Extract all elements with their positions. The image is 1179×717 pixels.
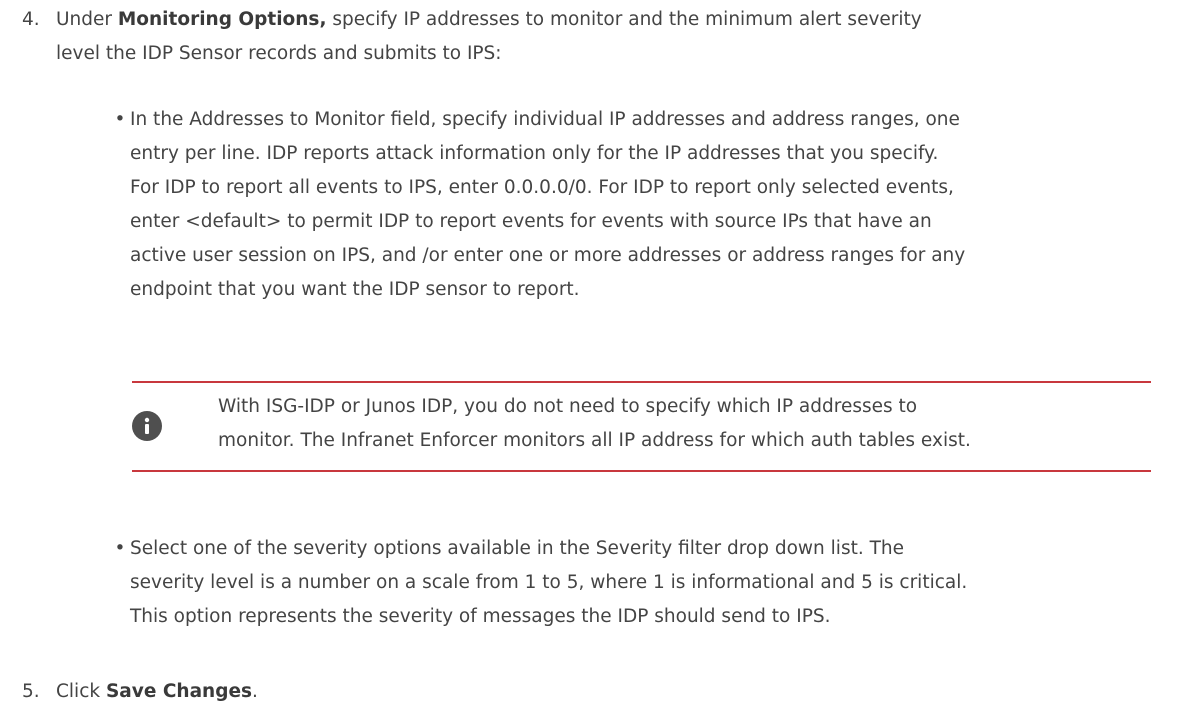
bullet-line: enter <default> to permit IDP to report …	[130, 211, 932, 232]
step-number: 4.	[22, 9, 40, 30]
note-line: monitor. The Infranet Enforcer monitors …	[218, 430, 971, 451]
note-text: With ISG-IDP or Junos IDP, you do not ne…	[218, 390, 1148, 458]
info-icon	[132, 411, 162, 441]
bullet-text: In the Addresses to Monitor field, speci…	[130, 103, 1160, 307]
step-4-line-1-rest: specify IP addresses to monitor and the …	[326, 9, 922, 30]
bullet-text: Select one of the severity options avail…	[130, 532, 1160, 634]
step-4-line-2: level the IDP Sensor records and submits…	[56, 43, 502, 64]
step-5-suffix: .	[252, 681, 258, 702]
step-4-line-1: Under Monitoring Options, specify IP add…	[56, 3, 1171, 37]
bullet-line: This option represents the severity of m…	[130, 606, 831, 627]
bullet-line: Select one of the severity options avail…	[130, 538, 905, 559]
note-line: With ISG-IDP or Junos IDP, you do not ne…	[218, 396, 918, 417]
bullet-line: For IDP to report all events to IPS, ent…	[130, 177, 954, 198]
step-5-prefix: Click	[56, 681, 106, 702]
bullet-point: •	[114, 109, 126, 130]
bullet-line: active user session on IPS, and /or ente…	[130, 245, 966, 266]
bullet-point: •	[114, 538, 126, 559]
monitoring-options-label: Monitoring Options,	[117, 9, 327, 30]
step-4-prefix: Under	[56, 9, 118, 30]
bullet-line: endpoint that you want the IDP sensor to…	[130, 279, 580, 300]
step-4-text: Under Monitoring Options, specify IP add…	[56, 3, 1171, 71]
bullet-line: In the Addresses to Monitor field, speci…	[130, 109, 960, 130]
save-changes-label: Save Changes	[105, 681, 253, 702]
step-5-text: Click Save Changes.	[56, 675, 1171, 709]
note-callout: With ISG-IDP or Junos IDP, you do not ne…	[132, 381, 1151, 472]
bullet-line: severity level is a number on a scale fr…	[130, 572, 968, 593]
step-number: 5.	[22, 681, 40, 702]
bullet-line: entry per line. IDP reports attack infor…	[130, 143, 939, 164]
